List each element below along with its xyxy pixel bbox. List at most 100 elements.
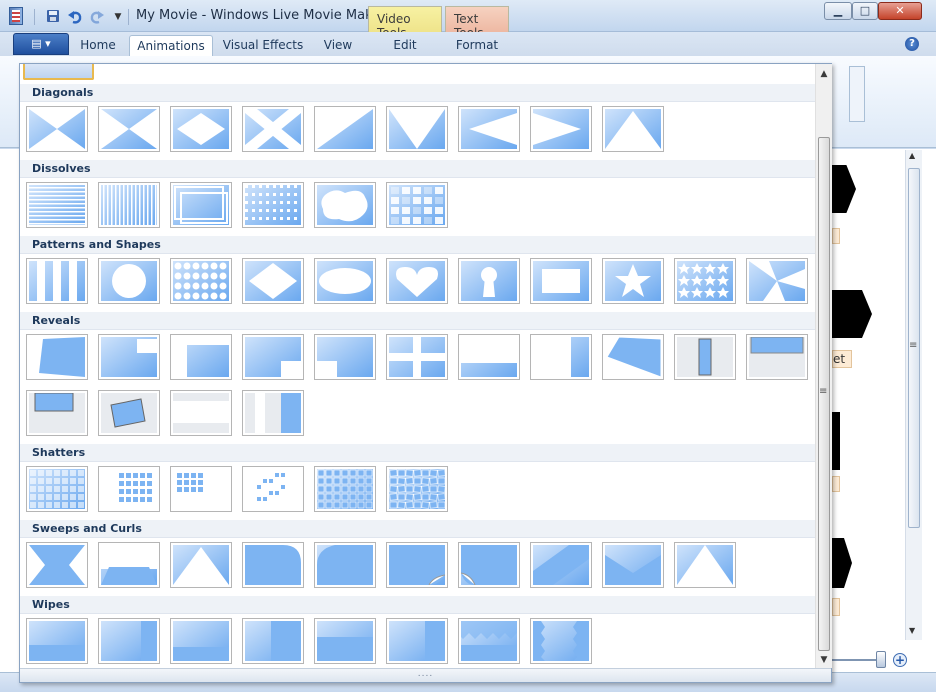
transition-tile[interactable] — [458, 258, 520, 304]
transition-tile[interactable] — [26, 390, 88, 436]
storyboard-clip-thumbnail[interactable] — [832, 412, 840, 470]
transition-tile[interactable] — [26, 618, 88, 664]
close-button[interactable]: ✕ — [878, 2, 922, 20]
transition-tile[interactable] — [170, 542, 232, 588]
transition-tile[interactable] — [386, 542, 448, 588]
gallery-spinner[interactable] — [849, 66, 865, 122]
transition-tile[interactable] — [26, 182, 88, 228]
transition-tile[interactable] — [746, 258, 808, 304]
transition-tile[interactable] — [458, 106, 520, 152]
transition-tile[interactable] — [170, 106, 232, 152]
customize-qat-dropdown-icon[interactable]: ▼ — [110, 9, 126, 25]
tab-visual-effects[interactable]: Visual Effects — [220, 35, 306, 57]
help-icon[interactable]: ? — [905, 37, 919, 51]
transition-tile[interactable] — [530, 618, 592, 664]
transition-tile[interactable] — [170, 334, 232, 380]
application-menu-button[interactable]: ▤ ▾ — [13, 33, 69, 55]
transition-tile[interactable] — [602, 258, 664, 304]
transition-tile[interactable] — [242, 542, 304, 588]
transition-tile[interactable] — [314, 182, 376, 228]
tab-view[interactable]: View — [316, 35, 360, 57]
caption-label[interactable] — [832, 598, 840, 616]
maximize-button[interactable]: □ — [852, 2, 878, 20]
transition-tile[interactable] — [386, 334, 448, 380]
tab-animations[interactable]: Animations — [129, 35, 213, 57]
gallery-scrollbar[interactable]: ▲ ≡ ▼ — [815, 64, 832, 668]
transition-tile[interactable] — [98, 334, 160, 380]
scroll-down-arrow-icon[interactable]: ▼ — [816, 652, 832, 668]
transition-tile[interactable] — [26, 466, 88, 512]
minimize-button[interactable]: ▁ — [824, 2, 852, 20]
transition-tile[interactable] — [314, 334, 376, 380]
zoom-in-icon[interactable]: + — [893, 653, 907, 667]
qat-separator — [128, 9, 129, 25]
transition-tile[interactable] — [26, 106, 88, 152]
transition-tile[interactable] — [242, 106, 304, 152]
transition-tile[interactable] — [242, 466, 304, 512]
transition-preview-icon — [605, 261, 661, 301]
transition-tile[interactable] — [98, 466, 160, 512]
transition-tile[interactable] — [242, 258, 304, 304]
transition-tile[interactable] — [530, 106, 592, 152]
transition-tile[interactable] — [386, 258, 448, 304]
scroll-down-arrow-icon[interactable]: ▼ — [909, 626, 915, 635]
transition-tile[interactable] — [386, 618, 448, 664]
save-icon[interactable] — [45, 9, 61, 25]
scroll-up-arrow-icon[interactable]: ▲ — [909, 151, 915, 160]
transition-tile[interactable] — [674, 542, 736, 588]
transition-tile[interactable] — [98, 258, 160, 304]
transition-tile[interactable] — [602, 542, 664, 588]
transition-tile[interactable] — [314, 106, 376, 152]
transition-tile[interactable] — [674, 258, 736, 304]
transition-tile[interactable] — [602, 334, 664, 380]
tab-edit[interactable]: Edit — [368, 35, 442, 57]
transition-tile[interactable] — [170, 258, 232, 304]
gallery-resize-grip[interactable]: .... — [20, 668, 831, 682]
transition-tile[interactable] — [170, 390, 232, 436]
movie-maker-app-icon[interactable] — [9, 7, 23, 25]
transition-tile[interactable] — [458, 618, 520, 664]
transition-tile[interactable] — [98, 182, 160, 228]
zoom-slider-thumb[interactable] — [876, 651, 886, 668]
transition-tile[interactable] — [530, 542, 592, 588]
tab-home[interactable]: Home — [73, 35, 123, 57]
redo-icon[interactable] — [89, 9, 105, 25]
transition-tile[interactable] — [314, 466, 376, 512]
transition-tile[interactable] — [602, 106, 664, 152]
caption-label[interactable]: et — [832, 350, 852, 368]
transition-tile[interactable] — [98, 542, 160, 588]
transition-tile[interactable] — [242, 334, 304, 380]
undo-icon[interactable] — [67, 9, 83, 25]
transition-tile[interactable] — [242, 390, 304, 436]
transition-tile[interactable] — [314, 618, 376, 664]
transition-tile[interactable] — [26, 334, 88, 380]
scroll-up-arrow-icon[interactable]: ▲ — [816, 66, 832, 82]
transition-tile[interactable] — [26, 542, 88, 588]
caption-label[interactable] — [832, 228, 840, 244]
transition-tile[interactable] — [386, 182, 448, 228]
caption-label[interactable] — [832, 476, 840, 492]
transition-tile[interactable] — [530, 334, 592, 380]
selected-transition-tile[interactable] — [23, 64, 94, 80]
transition-tile[interactable] — [98, 618, 160, 664]
transition-tile[interactable] — [170, 466, 232, 512]
tab-format[interactable]: Format — [445, 35, 509, 57]
transition-tile[interactable] — [98, 390, 160, 436]
transition-tile[interactable] — [746, 334, 808, 380]
transition-tile[interactable] — [242, 618, 304, 664]
transition-tile[interactable] — [458, 542, 520, 588]
transition-tile[interactable] — [170, 618, 232, 664]
transition-tile[interactable] — [674, 334, 736, 380]
transition-tile[interactable] — [386, 106, 448, 152]
transition-tile[interactable] — [170, 182, 232, 228]
transition-tile[interactable] — [314, 258, 376, 304]
transition-tile[interactable] — [242, 182, 304, 228]
transition-tile[interactable] — [458, 334, 520, 380]
transition-tile[interactable] — [26, 258, 88, 304]
transition-preview-icon — [749, 337, 805, 377]
transition-tile[interactable] — [386, 466, 448, 512]
transition-preview-icon — [317, 621, 373, 661]
transition-tile[interactable] — [98, 106, 160, 152]
transition-tile[interactable] — [314, 542, 376, 588]
transition-tile[interactable] — [530, 258, 592, 304]
